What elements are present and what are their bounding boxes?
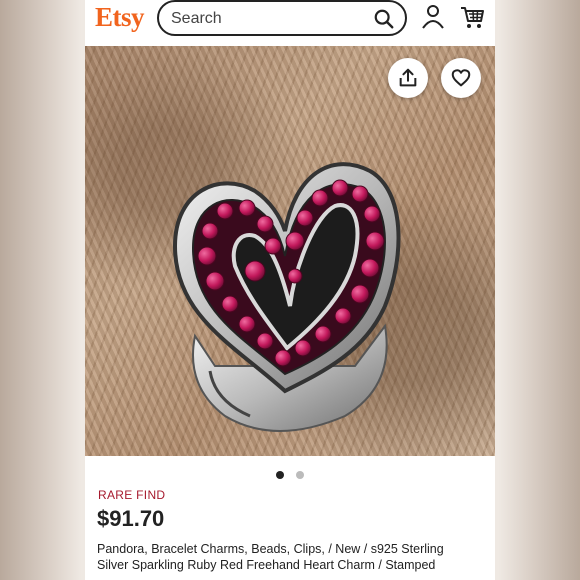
phone-screen: Etsy Search RARE FIND $91.70 Pandora, Br… — [85, 0, 495, 580]
cart-icon[interactable] — [459, 4, 485, 30]
etsy-logo[interactable]: Etsy — [95, 2, 145, 33]
top-bar: Etsy — [85, 0, 495, 46]
search-icon[interactable] — [373, 8, 395, 30]
rare-find-badge: RARE FIND — [98, 488, 166, 502]
search-input[interactable] — [171, 8, 361, 30]
product-image[interactable] — [85, 46, 495, 456]
search-bar[interactable] — [157, 0, 407, 36]
product-title-line-1: Pandora, Bracelet Charms, Beads, Clips, … — [97, 542, 444, 556]
product-title: Pandora, Bracelet Charms, Beads, Clips, … — [97, 541, 489, 573]
share-button[interactable] — [388, 58, 428, 98]
product-price: $91.70 — [97, 506, 165, 531]
favorite-button[interactable] — [441, 58, 481, 98]
heart-outline-icon — [451, 69, 471, 87]
product-title-line-2: Silver Sparkling Ruby Red Freehand Heart… — [97, 558, 436, 572]
heart-charm-photo — [172, 162, 401, 432]
carousel-dot[interactable] — [296, 471, 305, 479]
account-icon[interactable] — [421, 4, 445, 30]
share-icon — [399, 68, 417, 87]
carousel-dots — [85, 466, 495, 479]
carousel-dot-active[interactable] — [275, 471, 284, 479]
